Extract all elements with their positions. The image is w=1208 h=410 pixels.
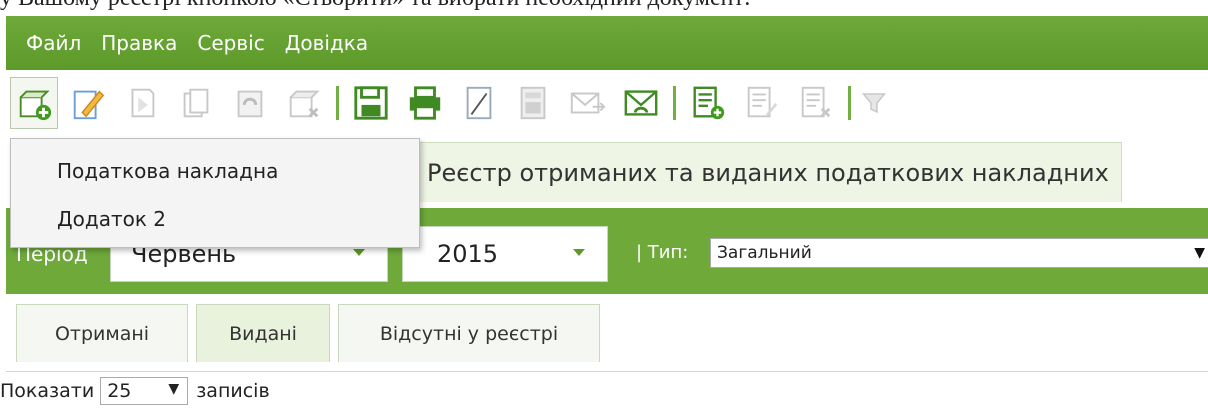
edit-list-icon bbox=[747, 86, 778, 118]
open-doc-icon bbox=[131, 88, 155, 118]
type-value: Загальний bbox=[717, 243, 812, 263]
sign-icon bbox=[466, 86, 492, 120]
menu-edit[interactable]: Правка bbox=[101, 31, 177, 55]
create-doc-icon bbox=[19, 90, 52, 121]
add-list-button[interactable] bbox=[684, 77, 732, 129]
sub-tabs: Отримані Видані Відсутні у реєстрі bbox=[6, 294, 1208, 372]
menu-item-appendix-2[interactable]: Додаток 2 bbox=[57, 207, 166, 231]
create-dropdown-menu: Податкова накладна Додаток 2 bbox=[10, 138, 420, 248]
receive-mail-button[interactable] bbox=[617, 77, 665, 129]
calculator-button[interactable] bbox=[509, 77, 557, 129]
delete-button[interactable] bbox=[280, 77, 328, 129]
page-caption: у Вашому реєстрі кнопкою «Створити» та в… bbox=[0, 0, 1208, 10]
year-select[interactable]: 2015 bbox=[402, 226, 608, 282]
toolbar-separator bbox=[848, 86, 851, 120]
records-label: записів bbox=[196, 380, 270, 402]
save-button[interactable] bbox=[347, 77, 395, 129]
delete-doc-icon bbox=[289, 90, 320, 118]
page-size-value: 25 bbox=[107, 380, 132, 402]
copy-doc-icon bbox=[183, 88, 209, 118]
send-mail-button[interactable] bbox=[563, 77, 611, 129]
add-list-icon bbox=[693, 86, 725, 120]
receive-mail-icon bbox=[624, 90, 658, 116]
open-button[interactable] bbox=[118, 77, 166, 129]
delete-list-icon bbox=[801, 86, 831, 118]
chevron-down-icon: ▼ bbox=[168, 381, 180, 397]
edit-list-button[interactable] bbox=[738, 77, 786, 129]
tab-missing-in-register[interactable]: Відсутні у реєстрі bbox=[338, 304, 600, 362]
delete-list-button[interactable] bbox=[792, 77, 840, 129]
send-mail-icon bbox=[570, 92, 606, 114]
edit-pencil-icon bbox=[73, 90, 105, 120]
tab-issued[interactable]: Видані bbox=[196, 304, 330, 362]
copy-button[interactable] bbox=[172, 77, 220, 129]
document-tab[interactable]: Реєстр отриманих та виданих податкових н… bbox=[412, 142, 1122, 202]
type-select[interactable]: Загальний ▼ bbox=[710, 238, 1208, 268]
menu-help[interactable]: Довідка bbox=[285, 31, 368, 55]
toolbar-separator bbox=[336, 86, 339, 120]
page-size-select[interactable]: 25 ▼ bbox=[100, 377, 189, 405]
close-icon[interactable]: × bbox=[1119, 161, 1121, 185]
filter-icon bbox=[861, 93, 887, 114]
chevron-down-icon bbox=[353, 249, 365, 256]
filter-button[interactable] bbox=[859, 77, 889, 129]
menu-item-tax-invoice[interactable]: Податкова накладна bbox=[57, 159, 278, 183]
show-label: Показати bbox=[0, 380, 95, 402]
create-button[interactable] bbox=[10, 77, 58, 129]
page-size-row: Показати 25 ▼ записів bbox=[0, 372, 1208, 410]
calculator-icon bbox=[520, 86, 546, 120]
menu-service[interactable]: Сервіс bbox=[197, 31, 264, 55]
chevron-down-icon bbox=[573, 249, 585, 256]
tab-received[interactable]: Отримані bbox=[16, 304, 188, 362]
print-button[interactable] bbox=[401, 77, 449, 129]
save-icon bbox=[354, 86, 388, 120]
type-label: | Тип: bbox=[636, 242, 689, 263]
edit-button[interactable] bbox=[64, 77, 112, 129]
menu-file[interactable]: Файл bbox=[26, 31, 81, 55]
sign-button[interactable] bbox=[455, 77, 503, 129]
print-icon bbox=[409, 86, 441, 120]
document-tab-title: Реєстр отриманих та виданих податкових н… bbox=[427, 158, 1109, 187]
undo-button[interactable] bbox=[226, 77, 274, 129]
chevron-down-icon: ▼ bbox=[1194, 245, 1205, 261]
toolbar-separator bbox=[673, 86, 676, 120]
toolbar bbox=[6, 70, 1208, 136]
undo-doc-icon bbox=[237, 90, 263, 118]
year-value: 2015 bbox=[437, 240, 499, 268]
menu-bar: Файл Правка Сервіс Довідка bbox=[6, 16, 1208, 70]
